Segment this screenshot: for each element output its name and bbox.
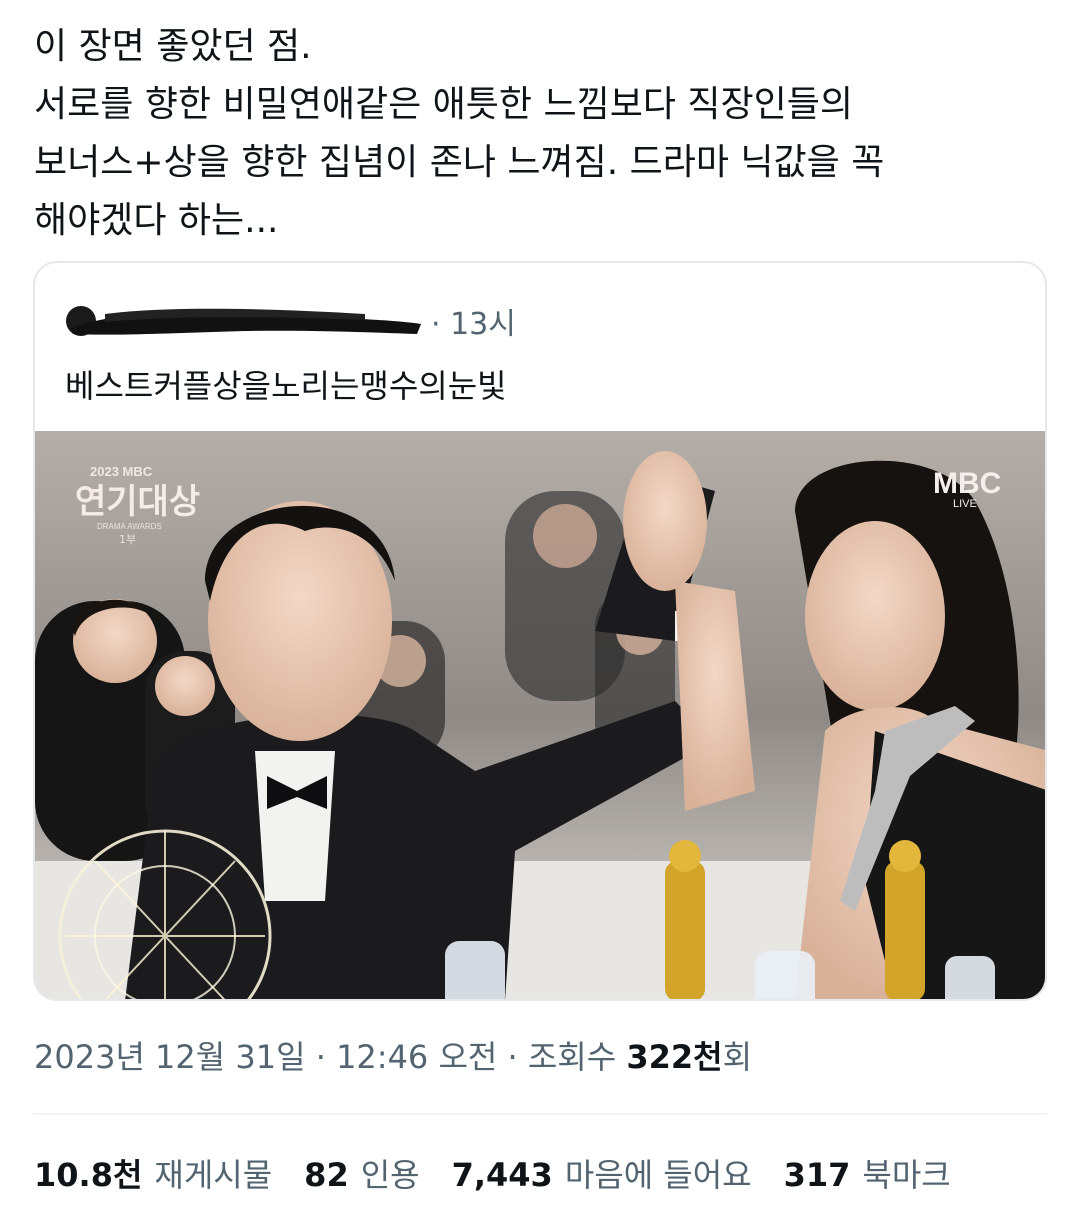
views-label: 조회수 — [527, 1038, 627, 1076]
quoted-tweet-card[interactable]: · 13시 베스트커플상을노리는맹수의눈빛 2023 MBC 연기대상 DRAM… — [33, 261, 1047, 1001]
broadcaster-logo: MBC — [933, 467, 1001, 500]
engagement-stats: 10.8천 재게시물 82 인용 7,443 마음에 들어요 317 북마크 — [34, 1150, 983, 1196]
mbc-logo-year: 2023 MBC — [90, 464, 153, 479]
broadcaster-live: LIVE — [953, 498, 977, 510]
quoted-tweet-header: · 13시 — [65, 297, 516, 345]
quoted-tweet-text: 베스트커플상을노리는맹수의눈빛 — [65, 367, 507, 405]
stat-value: 82 — [304, 1156, 349, 1194]
tweet-line: 보너스+상을 향한 집념이 존나 느껴짐. 드라마 닉값을 꼭 — [34, 142, 885, 183]
tweet-line: 이 장면 좋았던 점. — [34, 26, 312, 67]
views-count: 322천 — [626, 1038, 723, 1076]
stat-bookmarks[interactable]: 317 북마크 — [784, 1150, 951, 1196]
stat-value: 7,443 — [451, 1156, 553, 1194]
stat-likes[interactable]: 7,443 마음에 들어요 — [452, 1150, 752, 1196]
tweet-date[interactable]: 2023년 12월 31일 — [34, 1038, 306, 1076]
stat-label: 재게시물 — [154, 1156, 273, 1194]
tweet-time[interactable]: 12:46 오전 — [336, 1038, 497, 1076]
quoted-tweet-photo[interactable]: 2023 MBC 연기대상 DRAMA AWARDS 1부 MBC LIVE — [35, 431, 1045, 999]
stat-value: 10.8천 — [34, 1156, 143, 1194]
tweet-text: 이 장면 좋았던 점. 서로를 향한 비밀연애같은 애틋한 느낌보다 직장인들의… — [34, 18, 1044, 250]
stat-reposts[interactable]: 10.8천 재게시물 — [34, 1150, 272, 1196]
mbc-logo-sub: DRAMA AWARDS — [97, 522, 162, 531]
separator: · — [497, 1038, 528, 1076]
stat-value: 317 — [783, 1156, 851, 1194]
mbc-logo-part: 1부 — [119, 533, 136, 546]
mbc-logo-title: 연기대상 — [75, 482, 200, 522]
quoted-tweet-time: · 13시 — [431, 307, 516, 342]
tweet-line: 서로를 향한 비밀연애같은 애틋한 느낌보다 직장인들의 — [34, 84, 853, 125]
views-suffix: 회 — [722, 1038, 753, 1076]
stat-quotes[interactable]: 82 인용 — [304, 1150, 419, 1196]
divider — [33, 1113, 1047, 1115]
tweet-meta: 2023년 12월 31일 · 12:46 오전 · 조회수 322천회 — [34, 1032, 752, 1078]
tweet-line: 해야겠다 하는... — [34, 200, 279, 241]
stat-label: 인용 — [360, 1156, 420, 1194]
stat-label: 마음에 들어요 — [564, 1156, 752, 1194]
stat-label: 북마크 — [862, 1156, 951, 1194]
redacted-username — [65, 304, 425, 338]
separator: · — [305, 1038, 337, 1076]
award-ceremony-photo: 2023 MBC 연기대상 DRAMA AWARDS 1부 MBC LIVE — [35, 431, 1045, 999]
